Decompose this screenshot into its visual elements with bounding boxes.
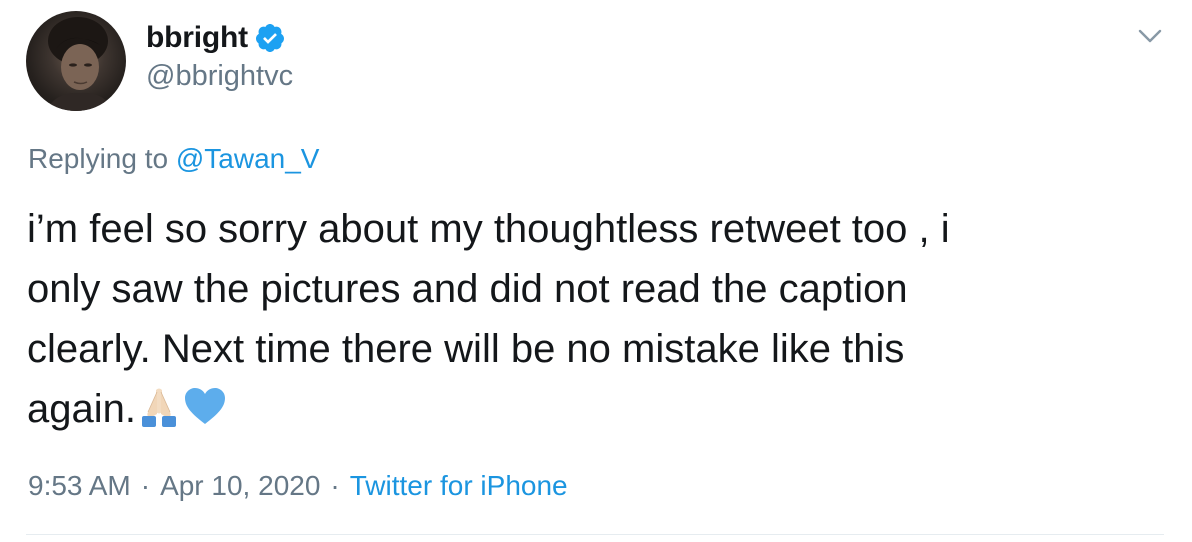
tweet-text-line: clearly. Next time there will be no mist… bbox=[27, 327, 905, 371]
verified-badge-icon bbox=[254, 22, 286, 54]
meta-separator: · bbox=[140, 470, 151, 501]
replying-prefix: Replying to bbox=[28, 143, 176, 174]
meta-separator: · bbox=[330, 470, 340, 501]
user-handle[interactable]: @bbrightvc bbox=[146, 60, 293, 93]
tweet-card: bbright @bbrightvc Replying to @Tawan_V … bbox=[0, 0, 1192, 542]
tweet-text-line: again. bbox=[27, 387, 136, 431]
folded-hands-icon bbox=[136, 384, 182, 430]
display-name-text: bbright bbox=[146, 21, 248, 54]
display-name[interactable]: bbright bbox=[146, 18, 286, 58]
replying-to: Replying to @Tawan_V bbox=[28, 143, 319, 175]
tweet-text: i’m feel so sorry about my thoughtless r… bbox=[27, 199, 1157, 439]
tweet-time[interactable]: 9:53 AM bbox=[28, 470, 131, 502]
chevron-down-icon[interactable] bbox=[1136, 22, 1164, 50]
avatar[interactable] bbox=[26, 11, 126, 111]
tweet-date[interactable]: Apr 10, 2020 bbox=[160, 470, 320, 502]
blue-heart-icon bbox=[182, 384, 228, 430]
divider bbox=[26, 534, 1164, 535]
tweet-source-link[interactable]: Twitter for iPhone bbox=[350, 470, 568, 502]
tweet-text-line: i’m feel so sorry about my thoughtless r… bbox=[27, 207, 950, 251]
avatar-portrait bbox=[46, 17, 114, 111]
tweet-text-line: only saw the pictures and did not read t… bbox=[27, 267, 908, 311]
tweet-metadata: 9:53 AM · Apr 10, 2020 · Twitter for iPh… bbox=[28, 470, 568, 502]
reply-mention-link[interactable]: @Tawan_V bbox=[176, 143, 320, 174]
